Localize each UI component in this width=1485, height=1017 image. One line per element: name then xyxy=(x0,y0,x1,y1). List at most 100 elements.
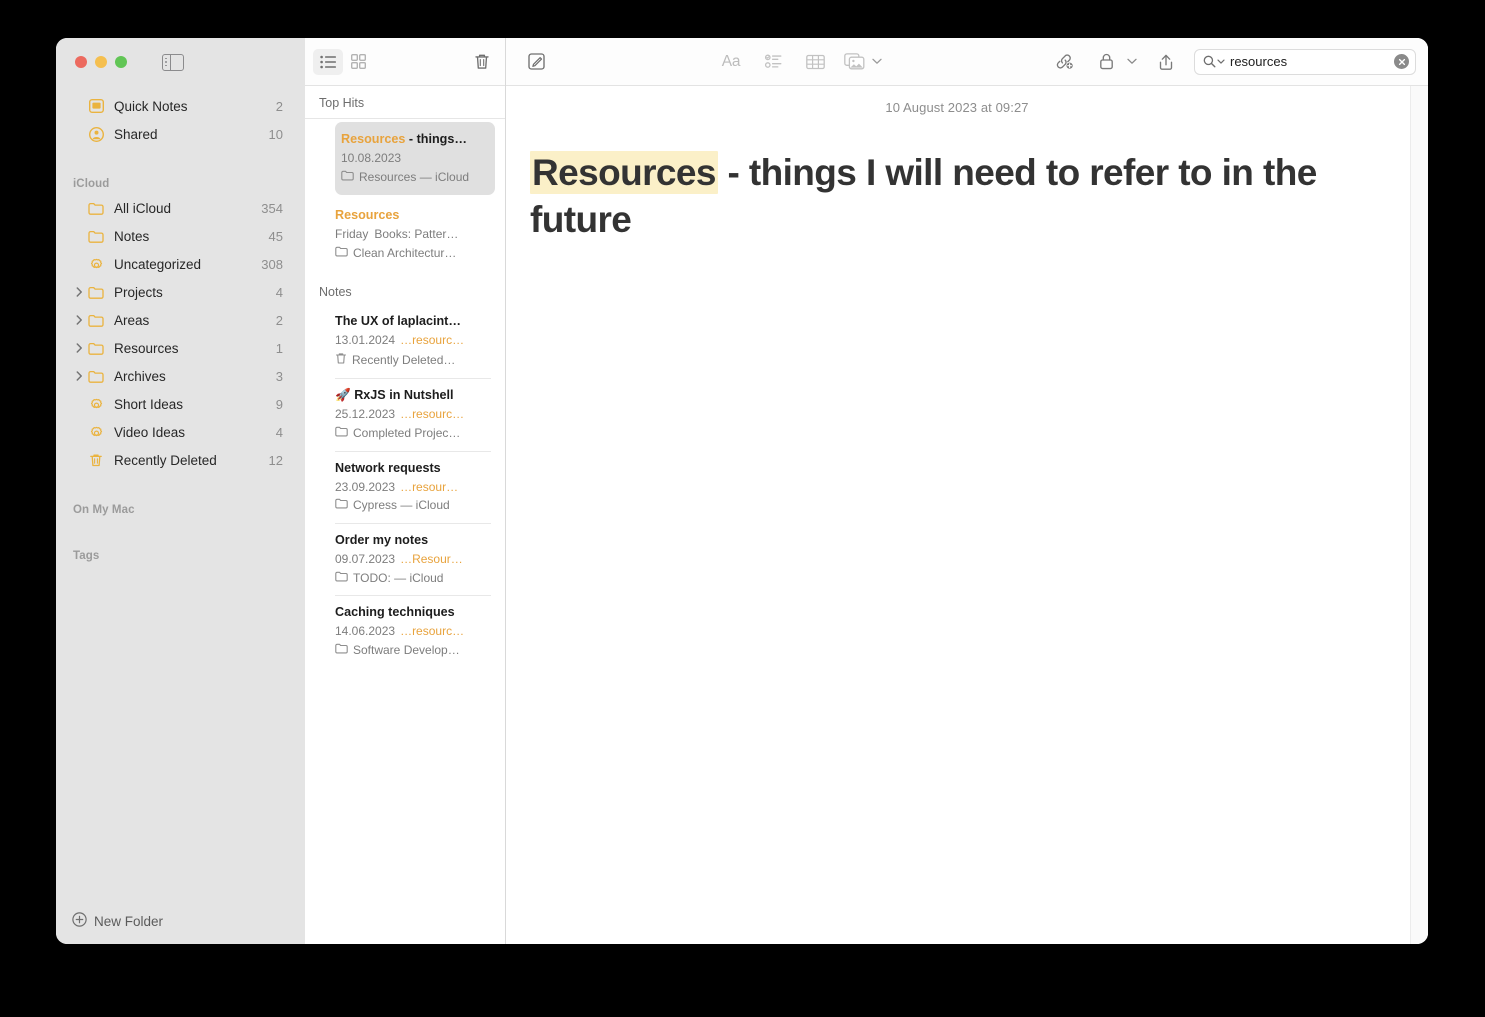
sidebar-item-label: Short Ideas xyxy=(114,397,276,412)
sidebar-item-count: 3 xyxy=(276,369,283,384)
note-heading[interactable]: Resources - things I will need to refer … xyxy=(530,149,1384,244)
sidebar-item-all-icloud[interactable]: All iCloud 354 xyxy=(56,194,305,222)
chevron-down-icon[interactable] xyxy=(1126,58,1138,65)
sidebar-item-count: 308 xyxy=(261,257,283,272)
sidebar-item-count: 9 xyxy=(276,397,283,412)
chevron-right-icon[interactable] xyxy=(72,371,86,381)
note-folder: Software Develop… xyxy=(335,643,491,659)
sidebar-item-shared[interactable]: Shared 10 xyxy=(56,120,305,148)
sidebar-item-label: Archives xyxy=(114,369,276,384)
list-item[interactable]: Resources - things… 10.08.2023 Resources… xyxy=(335,122,495,195)
checklist-button[interactable] xyxy=(759,49,787,75)
sidebar: Quick Notes 2 Shared 10 iCloud xyxy=(56,38,305,944)
note-meta: 10.08.2023 xyxy=(341,150,489,167)
search-icon[interactable] xyxy=(1203,55,1225,68)
sidebar-item-label: All iCloud xyxy=(114,201,261,216)
sidebar-item-archives[interactable]: Archives 3 xyxy=(56,362,305,390)
gear-icon xyxy=(86,425,106,440)
sidebar-item-count: 1 xyxy=(276,341,283,356)
minimize-button[interactable] xyxy=(95,56,107,68)
sidebar-item-count: 2 xyxy=(276,99,283,114)
note-folder: Resources — iCloud xyxy=(341,170,489,186)
search-value[interactable]: resources xyxy=(1230,54,1389,69)
note-folder: Clean Architectur… xyxy=(335,246,491,262)
chevron-right-icon[interactable] xyxy=(72,287,86,297)
sidebar-item-label: Resources xyxy=(114,341,276,356)
close-button[interactable] xyxy=(75,56,87,68)
note-title: Resources xyxy=(335,207,491,224)
note-title: 🚀 RxJS in Nutshell xyxy=(335,387,491,404)
chevron-down-icon[interactable] xyxy=(871,58,883,65)
notes-header: Notes xyxy=(305,271,505,305)
sidebar-item-label: Shared xyxy=(114,127,269,142)
share-icon[interactable] xyxy=(1152,49,1180,75)
sidebar-item-recently-deleted[interactable]: Recently Deleted 12 xyxy=(56,446,305,474)
sidebar-item-quick-notes[interactable]: Quick Notes 2 xyxy=(56,92,305,120)
chevron-right-icon[interactable] xyxy=(72,315,86,325)
note-meta: 13.01.2024…resourc… xyxy=(335,332,491,349)
note-title: Resources - things… xyxy=(341,131,489,148)
note-title: Network requests xyxy=(335,460,491,477)
sidebar-item-notes[interactable]: Notes 45 xyxy=(56,222,305,250)
delete-note-button[interactable] xyxy=(467,49,497,75)
list-view-button[interactable] xyxy=(313,49,343,75)
sidebar-item-uncategorized[interactable]: Uncategorized 308 xyxy=(56,250,305,278)
gear-icon xyxy=(86,397,106,412)
folder-icon xyxy=(86,202,106,215)
new-folder-button[interactable]: New Folder xyxy=(56,898,305,944)
notes-list-scroll[interactable]: Top Hits Resources - things… 10.08.2023 … xyxy=(305,86,505,944)
note-meta: FridayBooks: Patter… xyxy=(335,226,491,243)
sidebar-item-resources[interactable]: Resources 1 xyxy=(56,334,305,362)
sidebar-section-icloud: iCloud xyxy=(56,160,305,194)
trash-icon xyxy=(335,352,347,370)
list-item[interactable]: Resources FridayBooks: Patter… Clean Arc… xyxy=(335,195,491,270)
note-meta: 14.06.2023…resourc… xyxy=(335,623,491,640)
sidebar-item-count: 4 xyxy=(276,285,283,300)
add-link-icon[interactable] xyxy=(1050,49,1078,75)
note-timestamp: 10 August 2023 at 09:27 xyxy=(530,86,1384,115)
editor-scrollbar[interactable] xyxy=(1410,86,1428,944)
note-editor-body[interactable]: 10 August 2023 at 09:27 Resources - thin… xyxy=(506,86,1428,944)
sidebar-section-on-my-mac: On My Mac xyxy=(56,486,305,520)
lock-icon[interactable] xyxy=(1092,49,1120,75)
sidebar-item-count: 4 xyxy=(276,425,283,440)
folder-icon xyxy=(86,286,106,299)
list-item[interactable]: 🚀 RxJS in Nutshell 25.12.2023…resourc… C… xyxy=(335,379,491,451)
sidebar-toggle-icon[interactable] xyxy=(162,54,184,71)
sidebar-item-label: Projects xyxy=(114,285,276,300)
gallery-view-button[interactable] xyxy=(343,49,373,75)
clear-search-button[interactable] xyxy=(1394,54,1409,69)
note-title: Order my notes xyxy=(335,532,491,549)
sidebar-item-label: Uncategorized xyxy=(114,257,261,272)
list-item[interactable]: Network requests 23.09.2023…resour… Cypr… xyxy=(335,452,491,524)
sidebar-item-count: 45 xyxy=(269,229,283,244)
note-folder: TODO: — iCloud xyxy=(335,571,491,587)
list-item[interactable]: Order my notes 09.07.2023…Resour… TODO: … xyxy=(335,524,491,596)
editor-column: Aa xyxy=(506,38,1428,944)
list-item[interactable]: The UX of laplacint… 13.01.2024…resourc…… xyxy=(335,305,491,379)
folder-icon xyxy=(335,643,348,659)
format-aa-button[interactable]: Aa xyxy=(717,49,745,75)
window-controls xyxy=(56,38,305,86)
sidebar-item-projects[interactable]: Projects 4 xyxy=(56,278,305,306)
chevron-right-icon[interactable] xyxy=(72,343,86,353)
notes-window: Quick Notes 2 Shared 10 iCloud xyxy=(56,38,1428,944)
note-folder: Cypress — iCloud xyxy=(335,498,491,514)
list-item[interactable]: Caching techniques 14.06.2023…resourc… S… xyxy=(335,596,491,667)
sidebar-item-video-ideas[interactable]: Video Ideas 4 xyxy=(56,418,305,446)
sidebar-item-areas[interactable]: Areas 2 xyxy=(56,306,305,334)
format-tools-group: Aa xyxy=(717,49,883,75)
folder-icon xyxy=(86,342,106,355)
sidebar-item-short-ideas[interactable]: Short Ideas 9 xyxy=(56,390,305,418)
compose-note-button[interactable] xyxy=(522,49,550,75)
search-input[interactable]: resources xyxy=(1194,49,1416,75)
quick-notes-icon xyxy=(86,99,106,113)
table-button[interactable] xyxy=(801,49,829,75)
folder-icon xyxy=(335,246,348,262)
note-title: Caching techniques xyxy=(335,604,491,621)
zoom-button[interactable] xyxy=(115,56,127,68)
folder-icon xyxy=(335,426,348,442)
media-button[interactable] xyxy=(843,49,865,75)
new-folder-label: New Folder xyxy=(94,914,163,929)
notes-list-column: Top Hits Resources - things… 10.08.2023 … xyxy=(305,38,506,944)
